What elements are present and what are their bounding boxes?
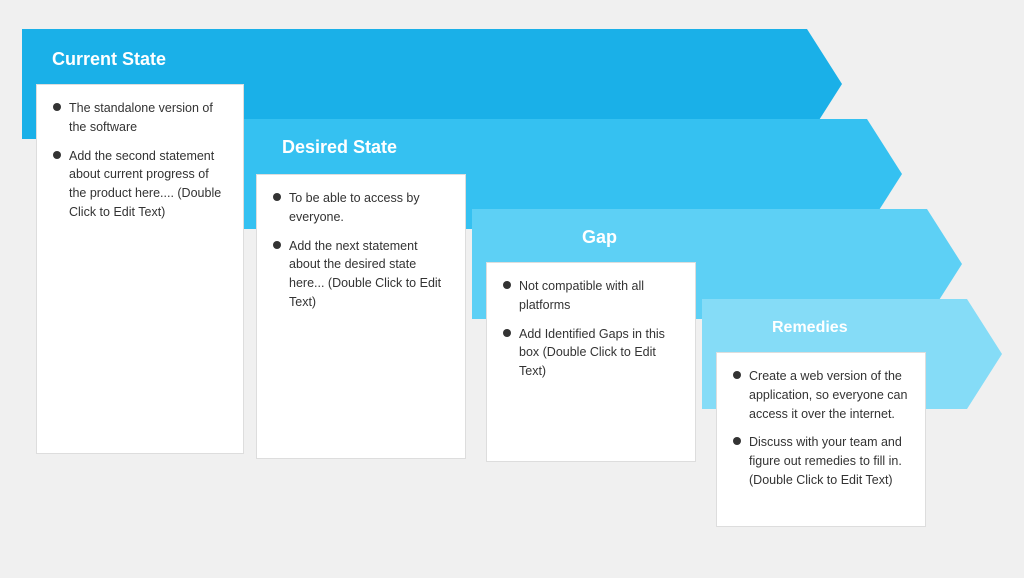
content-box-desired-state[interactable]: To be able to access by everyone. Add th… (256, 174, 466, 459)
list-item: Add the second statement about current p… (53, 147, 227, 222)
bullet-icon (733, 437, 741, 445)
bullet-icon (503, 281, 511, 289)
list-item: Not compatible with all platforms (503, 277, 679, 315)
bullet-text: Add the next statement about the desired… (289, 237, 449, 312)
list-item: To be able to access by everyone. (273, 189, 449, 227)
bullet-text: Add Identified Gaps in this box (Double … (519, 325, 679, 381)
bullet-icon (503, 329, 511, 337)
list-item: Add Identified Gaps in this box (Double … (503, 325, 679, 381)
arrow-label-desired-state: Desired State (282, 137, 397, 158)
arrow-label-current-state: Current State (52, 49, 166, 70)
content-box-remedies[interactable]: Create a web version of the application,… (716, 352, 926, 527)
bullet-text: Discuss with your team and figure out re… (749, 433, 909, 489)
arrow-label-remedies: Remedies (772, 319, 848, 337)
arrow-label-gap: Gap (582, 227, 617, 248)
bullet-text: Not compatible with all platforms (519, 277, 679, 315)
list-item: Create a web version of the application,… (733, 367, 909, 423)
list-item: Add the next statement about the desired… (273, 237, 449, 312)
bullet-icon (273, 241, 281, 249)
content-box-gap[interactable]: Not compatible with all platforms Add Id… (486, 262, 696, 462)
list-item: The standalone version of the software (53, 99, 227, 137)
bullet-text: To be able to access by everyone. (289, 189, 449, 227)
bullet-icon (53, 151, 61, 159)
bullet-icon (273, 193, 281, 201)
content-box-current-state[interactable]: The standalone version of the software A… (36, 84, 244, 454)
bullet-icon (53, 103, 61, 111)
list-item: Discuss with your team and figure out re… (733, 433, 909, 489)
diagram-container: Current State Desired State Gap Remedies… (22, 29, 1002, 549)
bullet-text: Create a web version of the application,… (749, 367, 909, 423)
bullet-text: Add the second statement about current p… (69, 147, 227, 222)
bullet-icon (733, 371, 741, 379)
bullet-text: The standalone version of the software (69, 99, 227, 137)
